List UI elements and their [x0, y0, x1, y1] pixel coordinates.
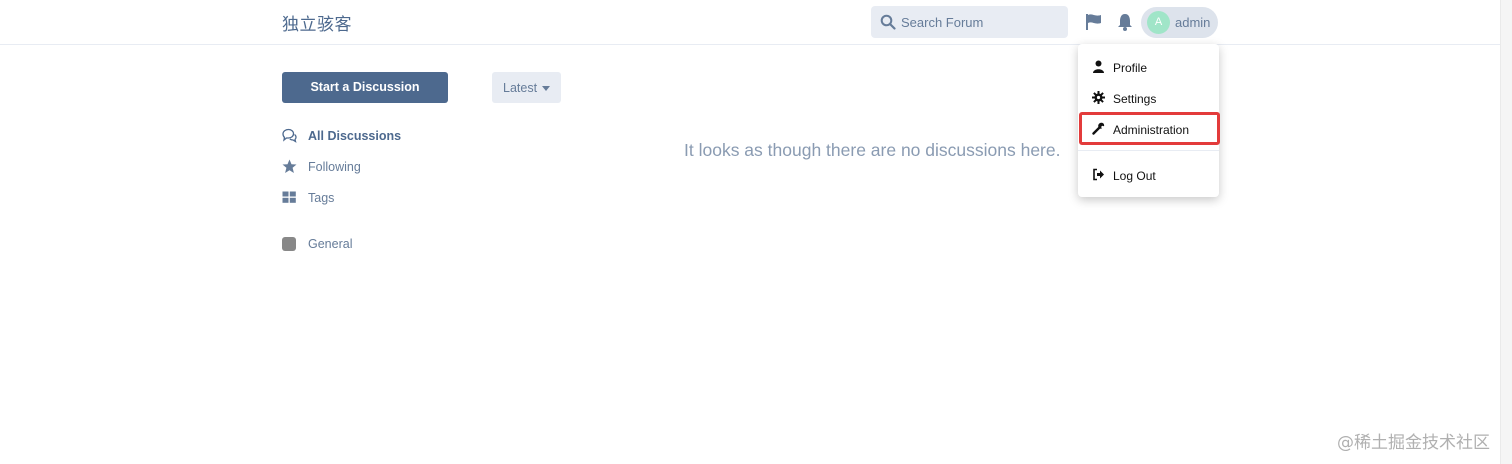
- search-icon: [880, 14, 896, 30]
- top-header: 独立骇客 Search Forum A admin: [0, 0, 1512, 45]
- menu-item-label: Log Out: [1113, 169, 1156, 183]
- menu-item-profile[interactable]: Profile: [1078, 52, 1219, 82]
- user-icon: [1093, 60, 1104, 73]
- sort-label: Latest: [503, 81, 538, 95]
- menu-item-logout[interactable]: Log Out: [1078, 160, 1219, 190]
- nav-label: Tags: [308, 191, 335, 205]
- sort-dropdown[interactable]: Latest: [492, 72, 561, 103]
- username-label: admin: [1175, 15, 1211, 30]
- nav-label: All Discussions: [308, 129, 402, 143]
- flag-icon[interactable]: [1085, 12, 1103, 32]
- search-box[interactable]: Search Forum: [871, 6, 1068, 38]
- comments-icon: [282, 128, 297, 143]
- menu-item-settings[interactable]: Settings: [1078, 83, 1219, 113]
- tag-square-icon: [282, 237, 296, 251]
- gear-icon: [1092, 91, 1105, 104]
- caret-down-icon: [542, 86, 550, 91]
- menu-item-label: Profile: [1113, 61, 1148, 75]
- administration-highlight-box: [1079, 112, 1220, 145]
- nav-following[interactable]: Following: [282, 157, 482, 177]
- menu-divider: [1078, 150, 1219, 151]
- nav-label: Following: [308, 160, 361, 174]
- menu-item-label: Settings: [1113, 92, 1157, 106]
- grid-icon: [282, 191, 296, 203]
- empty-state-message: It looks as though there are no discussi…: [684, 140, 1061, 160]
- forum-brand-title[interactable]: 独立骇客: [282, 10, 352, 35]
- sign-out-icon: [1093, 168, 1104, 181]
- watermark: @稀土掘金技术社区: [1337, 433, 1490, 453]
- search-placeholder[interactable]: Search Forum: [901, 15, 983, 30]
- nav-tags[interactable]: Tags: [282, 188, 482, 208]
- nav-all-discussions[interactable]: All Discussions: [282, 126, 482, 146]
- avatar: A: [1147, 11, 1170, 34]
- nav-tag-general[interactable]: General: [282, 234, 482, 254]
- user-menu-button[interactable]: A admin: [1141, 7, 1218, 38]
- bell-icon[interactable]: [1116, 12, 1134, 32]
- nav-label: General: [308, 237, 353, 251]
- scrollbar[interactable]: [1500, 0, 1512, 464]
- star-icon: [282, 159, 297, 173]
- start-discussion-button[interactable]: Start a Discussion: [282, 72, 448, 103]
